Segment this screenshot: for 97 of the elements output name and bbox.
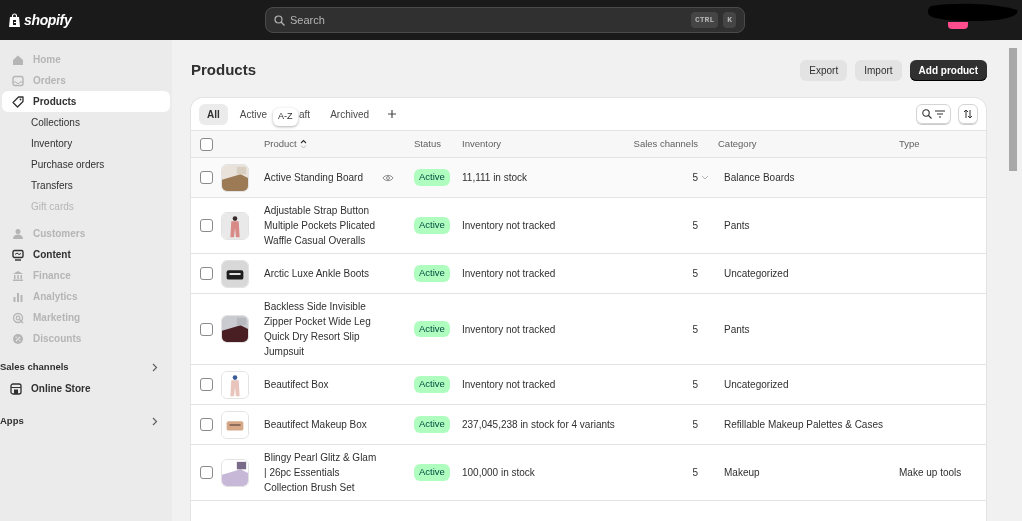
- checkbox[interactable]: [200, 466, 213, 479]
- checkbox[interactable]: [200, 219, 213, 232]
- page-title: Products: [191, 59, 256, 80]
- checkbox[interactable]: [200, 267, 213, 280]
- logo-text: shopify: [24, 10, 72, 30]
- sort-button[interactable]: [958, 104, 978, 124]
- category-text: Makeup: [724, 467, 760, 478]
- percent-badge-icon: [12, 332, 24, 345]
- filter-tab[interactable]: Active: [231, 103, 275, 125]
- chevron-right-icon: [152, 417, 158, 426]
- inventory-text: Inventory not tracked: [462, 268, 556, 279]
- tooltip: A-Z: [273, 108, 298, 126]
- search-input[interactable]: Search: [290, 11, 686, 29]
- home-icon: [12, 53, 24, 66]
- column-header[interactable]: Sales channels: [633, 137, 698, 149]
- checkbox[interactable]: [200, 378, 213, 391]
- category-text: Balance Boards: [724, 172, 795, 183]
- tag-icon: [12, 95, 24, 108]
- bank-icon: [12, 269, 24, 282]
- column-header[interactable]: Type: [899, 137, 920, 149]
- type-text: Make up tools: [899, 467, 962, 478]
- channel-count: 5: [692, 418, 698, 432]
- person-icon: [12, 227, 24, 240]
- category-text: Uncategorized: [724, 268, 789, 279]
- shortcut-key: K: [723, 12, 736, 28]
- section-heading: Sales channels: [0, 360, 69, 375]
- sidebar-item[interactable]: Content: [2, 244, 170, 265]
- column-header[interactable]: Inventory: [462, 137, 502, 149]
- avatar[interactable]: [948, 22, 968, 29]
- channel-count: 5: [692, 219, 698, 233]
- eye-icon: [382, 173, 394, 182]
- shopping-bag-icon: [8, 12, 21, 28]
- search-icon: [922, 109, 932, 119]
- sort-icon: [299, 139, 307, 149]
- filter-tab[interactable]: Archived: [322, 103, 378, 125]
- search-bar[interactable]: Search CTRL K: [265, 7, 745, 33]
- sidebar-subitem[interactable]: Collections: [2, 112, 170, 133]
- checkbox[interactable]: [200, 171, 213, 184]
- inventory-text: 237,045,238 in stock for 4 variants: [462, 419, 615, 430]
- plus-icon: [387, 109, 398, 119]
- sort-arrows-icon: [963, 109, 973, 119]
- filter-tab[interactable]: All: [199, 103, 228, 125]
- status-badge: Active: [414, 376, 450, 393]
- status-badge: Active: [414, 416, 450, 433]
- status-badge: Active: [414, 265, 450, 282]
- status-badge: Active: [414, 217, 450, 234]
- column-header[interactable]: Status: [414, 137, 441, 149]
- checkbox[interactable]: [200, 322, 213, 336]
- section-heading: Apps: [0, 414, 24, 429]
- monitor-icon: [12, 248, 24, 261]
- inventory-text: Inventory not tracked: [462, 323, 556, 335]
- search-icon: [274, 14, 285, 26]
- storefront-icon: [10, 382, 22, 395]
- sidebar-subitem[interactable]: Purchase orders: [2, 154, 170, 175]
- search-filter-button[interactable]: [916, 104, 951, 124]
- category-text: Pants: [724, 323, 750, 335]
- scrollbar-thumb[interactable]: [1008, 48, 1017, 171]
- category-text: Pants: [724, 220, 750, 231]
- inventory-text: Inventory not tracked: [462, 220, 556, 231]
- checkbox[interactable]: [200, 137, 213, 151]
- product-name[interactable]: Adjustable Strap Button Multiple Pockets Plicated Waffle Casual Overalls: [264, 203, 378, 248]
- status-badge: Active: [414, 320, 450, 338]
- checkbox[interactable]: [200, 418, 213, 431]
- product-name[interactable]: Backless Side Invisible Zipper Pocket Wide Leg Quick Dry Resort Slip Jumpsuit: [264, 299, 378, 359]
- shortcut-key: CTRL: [691, 12, 719, 28]
- inventory-text: 11,111 in stock: [462, 172, 528, 183]
- product-name[interactable]: Beautifect Box: [264, 377, 378, 392]
- inventory-text: 100,000 in stock: [462, 467, 535, 478]
- status-badge: Active: [414, 169, 450, 186]
- action-button[interactable]: Import: [855, 59, 902, 81]
- product-name[interactable]: Beautifect Makeup Box: [264, 417, 378, 432]
- sidebar-subitem[interactable]: Transfers: [2, 175, 170, 196]
- column-header[interactable]: Product: [264, 136, 297, 152]
- column-header[interactable]: Category: [718, 137, 757, 149]
- channel-count: 5: [692, 378, 698, 392]
- chevron-down-icon: [701, 175, 709, 180]
- channel-count: 5: [692, 322, 698, 337]
- sidebar-item[interactable]: Online Store: [0, 378, 172, 399]
- category-text: Uncategorized: [724, 379, 789, 390]
- inbox-icon: [12, 74, 24, 87]
- product-name[interactable]: Arctic Luxe Ankle Boots: [264, 266, 378, 281]
- chevron-right-icon: [152, 363, 158, 372]
- target-icon: [12, 311, 24, 324]
- inventory-text: Inventory not tracked: [462, 379, 556, 390]
- sidebar-subitem[interactable]: Inventory: [2, 133, 170, 154]
- status-badge: Active: [414, 464, 450, 481]
- add-button[interactable]: Add product: [909, 59, 987, 81]
- channel-count: 5: [692, 466, 698, 480]
- category-text: Refillable Makeup Palettes & Cases: [724, 419, 883, 430]
- product-name[interactable]: Active Standing Board: [264, 170, 378, 185]
- filter-icon: [935, 110, 945, 118]
- bar-chart-icon: [12, 290, 24, 303]
- channel-count: 5: [692, 171, 698, 185]
- product-name[interactable]: Blingy Pearl Glitz & Glam | 26pc Essentials Collection Brush Set: [264, 450, 378, 495]
- action-button[interactable]: Export: [800, 59, 848, 81]
- sidebar-item[interactable]: Products: [2, 91, 170, 112]
- channel-count: 5: [692, 267, 698, 281]
